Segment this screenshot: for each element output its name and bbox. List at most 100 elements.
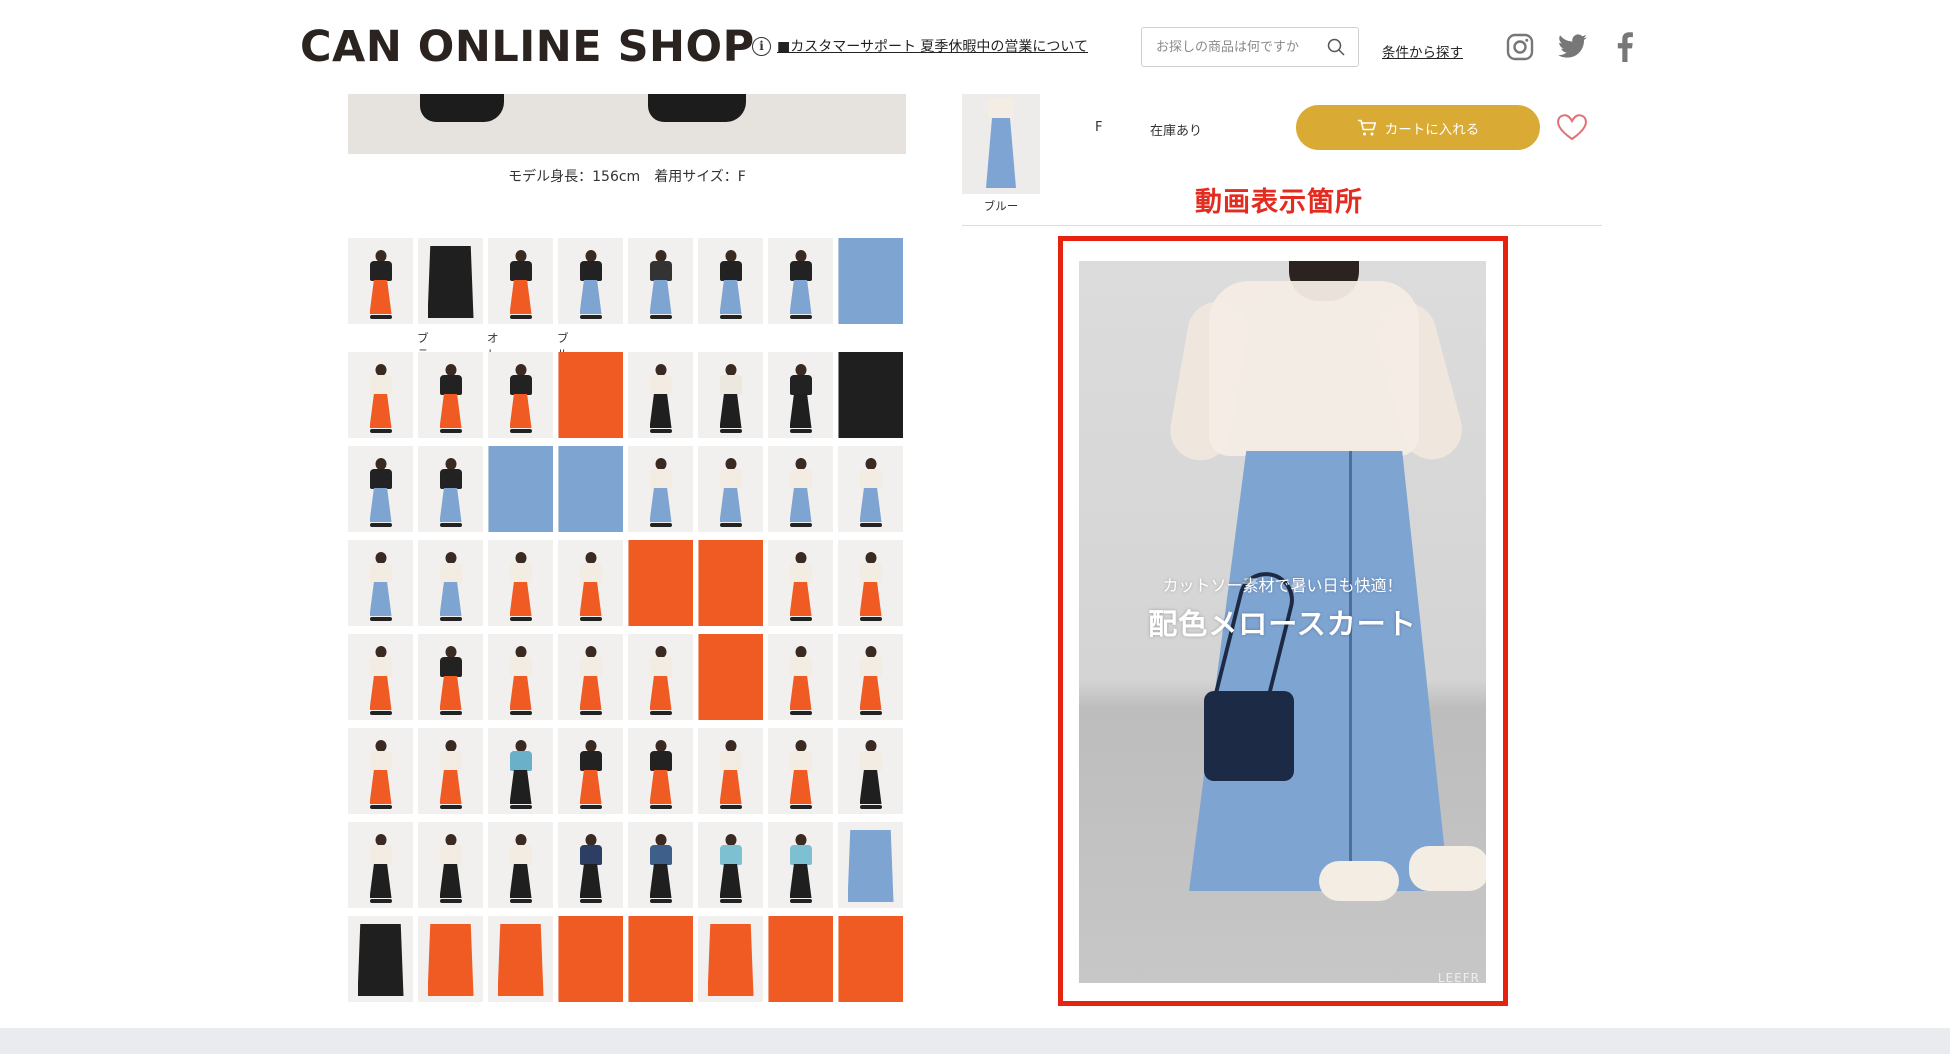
thumb-model-top (789, 375, 812, 395)
product-thumbnail[interactable] (558, 822, 623, 908)
thumb-model-feet (789, 711, 812, 715)
thumb-model-feet (649, 805, 672, 809)
thumb-model-top (789, 751, 812, 771)
product-thumbnail[interactable] (768, 634, 833, 720)
product-thumbnail[interactable] (348, 728, 413, 814)
thumb-model-feet (649, 523, 672, 527)
product-thumbnail[interactable] (698, 446, 763, 532)
support-notice[interactable]: i ■カスタマーサポート 夏季休暇中の営業について (752, 36, 1088, 56)
thumb-model-top (509, 845, 532, 865)
product-thumbnail[interactable] (768, 822, 833, 908)
site-logo[interactable]: CAN ONLINE SHOP (300, 22, 755, 72)
product-thumbnail[interactable] (768, 352, 833, 438)
product-thumbnail[interactable] (418, 634, 483, 720)
product-thumbnail[interactable] (348, 238, 413, 324)
sku-color-image[interactable] (962, 94, 1040, 194)
product-thumbnail[interactable] (348, 540, 413, 626)
search-icon[interactable] (1326, 37, 1346, 57)
thumb-model-top (579, 751, 602, 771)
facebook-icon[interactable] (1608, 30, 1642, 64)
product-thumbnail[interactable] (838, 916, 903, 1002)
product-thumbnail[interactable] (698, 728, 763, 814)
product-thumbnail[interactable] (768, 916, 833, 1002)
product-thumbnail[interactable] (488, 352, 553, 438)
product-thumbnail[interactable] (348, 822, 413, 908)
twitter-icon[interactable] (1556, 30, 1590, 64)
product-thumbnail[interactable] (768, 238, 833, 324)
product-thumbnail[interactable] (838, 822, 903, 908)
product-thumbnail[interactable] (558, 728, 623, 814)
product-thumbnail[interactable] (488, 634, 553, 720)
product-thumbnail[interactable] (418, 238, 483, 324)
product-thumbnail[interactable] (488, 540, 553, 626)
product-thumbnail[interactable] (628, 728, 693, 814)
product-thumbnail[interactable] (558, 916, 623, 1002)
thumb-skirt (439, 770, 462, 804)
product-thumbnail[interactable] (838, 446, 903, 532)
product-thumbnail[interactable] (838, 238, 903, 324)
instagram-icon[interactable] (1503, 30, 1537, 64)
thumb-model-top (649, 845, 672, 865)
search-box[interactable] (1141, 27, 1359, 67)
product-thumbnail[interactable] (628, 634, 693, 720)
product-thumbnail[interactable] (768, 728, 833, 814)
add-to-cart-button[interactable]: カートに入れる (1296, 105, 1540, 150)
product-thumbnail[interactable] (558, 446, 623, 532)
product-thumbnail[interactable] (488, 822, 553, 908)
support-notice-link[interactable]: ■カスタマーサポート 夏季休暇中の営業について (777, 36, 1088, 56)
product-thumbnail[interactable] (558, 238, 623, 324)
product-thumbnail[interactable] (838, 352, 903, 438)
product-thumbnail[interactable] (628, 540, 693, 626)
product-thumbnail[interactable] (628, 238, 693, 324)
product-thumbnail[interactable] (418, 446, 483, 532)
product-thumbnail[interactable] (698, 916, 763, 1002)
thumb-model-top (369, 845, 392, 865)
product-thumbnail[interactable] (628, 446, 693, 532)
condition-search-link[interactable]: 条件から探す (1382, 41, 1463, 61)
product-thumbnail[interactable] (698, 352, 763, 438)
product-thumbnail[interactable] (418, 352, 483, 438)
thumb-model-feet (719, 523, 742, 527)
product-thumbnail[interactable] (628, 916, 693, 1002)
product-thumbnail[interactable] (838, 728, 903, 814)
product-thumbnail[interactable] (558, 634, 623, 720)
thumb-skirt (859, 770, 882, 804)
product-thumbnail[interactable] (698, 540, 763, 626)
thumb-model-feet (439, 899, 462, 903)
product-thumbnail[interactable] (348, 916, 413, 1002)
thumb-model-feet (579, 617, 602, 621)
product-thumbnail[interactable] (488, 446, 553, 532)
product-thumbnail[interactable] (348, 634, 413, 720)
thumb-skirt (649, 488, 672, 522)
product-thumbnail[interactable] (698, 822, 763, 908)
product-thumbnail[interactable] (558, 352, 623, 438)
product-thumbnail[interactable] (628, 822, 693, 908)
product-thumbnail[interactable] (488, 728, 553, 814)
product-thumbnail[interactable] (628, 352, 693, 438)
product-thumbnail[interactable] (838, 540, 903, 626)
heart-icon[interactable] (1555, 112, 1589, 142)
product-thumbnail[interactable] (418, 822, 483, 908)
thumb-skirt (649, 280, 672, 314)
product-thumbnail[interactable] (838, 634, 903, 720)
product-thumbnail[interactable] (768, 540, 833, 626)
search-input[interactable] (1156, 39, 1326, 55)
product-thumbnail[interactable] (488, 916, 553, 1002)
product-thumbnail[interactable] (698, 238, 763, 324)
product-thumbnail[interactable] (768, 446, 833, 532)
thumb-model-top (789, 845, 812, 865)
thumb-skirt (719, 488, 742, 522)
product-thumbnail[interactable] (418, 916, 483, 1002)
product-thumbnail[interactable] (418, 540, 483, 626)
product-thumbnail[interactable] (348, 446, 413, 532)
thumb-model-feet (369, 523, 392, 527)
product-thumbnail[interactable] (348, 352, 413, 438)
product-video[interactable]: カットソー素材で暑い日も快適！ 配色メロースカート LEEFR (1079, 261, 1486, 983)
product-thumbnail[interactable] (558, 540, 623, 626)
product-page: CAN ONLINE SHOP i ■カスタマーサポート 夏季休暇中の営業につい… (0, 0, 1950, 1054)
product-thumbnail[interactable] (488, 238, 553, 324)
thumb-model-feet (719, 315, 742, 319)
thumb-model-feet (439, 523, 462, 527)
product-thumbnail[interactable] (418, 728, 483, 814)
product-thumbnail[interactable] (698, 634, 763, 720)
